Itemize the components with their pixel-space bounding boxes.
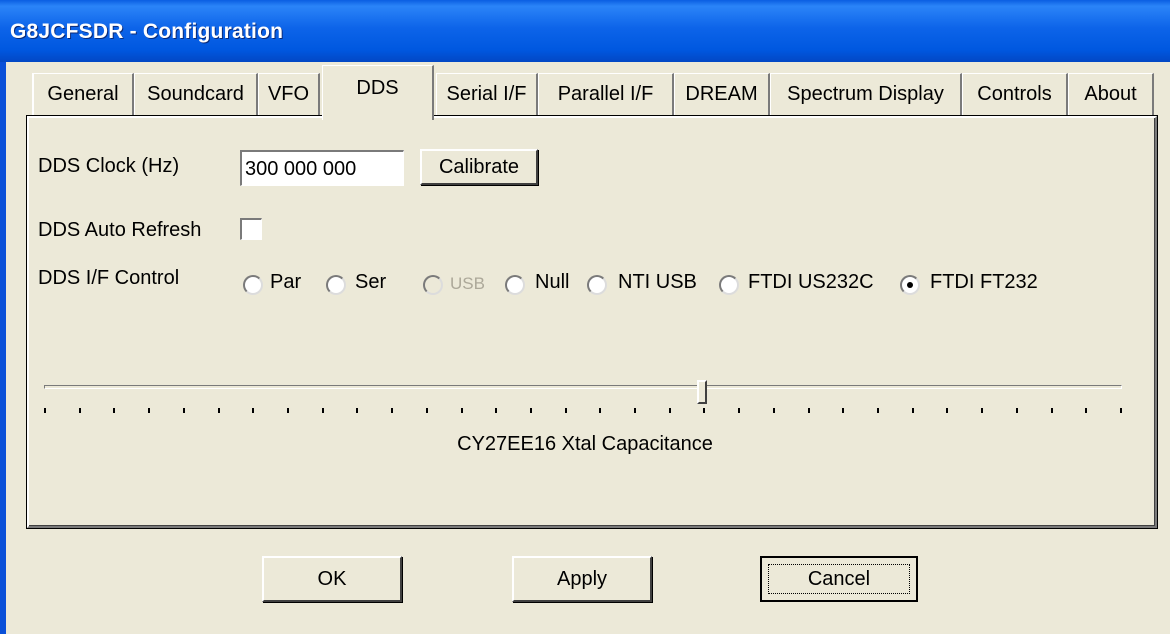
slider-tick <box>1120 408 1122 413</box>
slider-tick <box>1050 408 1053 413</box>
dds-clock-input[interactable]: 300 000 000 <box>240 150 404 186</box>
dds-tab-panel <box>26 115 1158 529</box>
slider-tick <box>286 408 289 413</box>
tab-strip: General Soundcard VFO DDS Serial I/F Par… <box>0 62 1170 120</box>
ok-button-label: OK <box>317 568 347 590</box>
tab-label: Spectrum Display <box>787 83 944 105</box>
radio-nti-usb-label: NTI USB <box>618 271 697 293</box>
tab-controls[interactable]: Controls <box>962 73 1068 117</box>
slider-tick <box>981 408 984 413</box>
dds-if-control-label: DDS I/F Control <box>38 267 180 289</box>
slider-tick <box>321 408 324 413</box>
calibrate-button-label: Calibrate <box>438 156 520 178</box>
xtal-capacitance-slider-track[interactable] <box>44 385 1122 389</box>
configuration-window: G8JCFSDR - Configuration General Soundca… <box>0 0 1170 634</box>
calibrate-button[interactable]: Calibrate <box>420 149 538 185</box>
focus-rectangle <box>768 564 910 594</box>
slider-tick <box>217 408 220 413</box>
radio-nti-usb[interactable] <box>587 275 607 295</box>
tab-label: About <box>1084 83 1137 105</box>
slider-tick <box>668 408 671 413</box>
tab-dds[interactable]: DDS <box>322 65 434 120</box>
radio-ftdi-ft232[interactable] <box>900 275 920 295</box>
radio-par-label: Par <box>270 271 302 293</box>
slider-ticks <box>44 408 1124 414</box>
slider-tick <box>113 408 116 413</box>
tab-dream[interactable]: DREAM <box>674 73 770 117</box>
slider-tick <box>703 408 706 413</box>
xtal-capacitance-slider-thumb[interactable] <box>696 380 707 404</box>
slider-tick <box>946 408 949 413</box>
dds-clock-label: DDS Clock (Hz) <box>38 155 180 177</box>
slider-tick <box>877 408 880 413</box>
apply-button-label: Apply <box>556 568 608 590</box>
title-bar[interactable]: G8JCFSDR - Configuration <box>0 0 1170 62</box>
apply-button[interactable]: Apply <box>512 556 652 602</box>
slider-tick <box>842 408 845 413</box>
slider-tick <box>564 408 567 413</box>
tab-about[interactable]: About <box>1068 73 1154 117</box>
dds-auto-refresh-label: DDS Auto Refresh <box>38 219 202 241</box>
xtal-capacitance-label: CY27EE16 Xtal Capacitance <box>457 433 713 455</box>
slider-tick <box>148 408 151 413</box>
tab-general[interactable]: General <box>32 73 134 117</box>
radio-usb <box>423 275 443 295</box>
dds-auto-refresh-checkbox[interactable] <box>240 218 262 240</box>
slider-tick <box>1015 408 1018 413</box>
ok-button[interactable]: OK <box>262 556 402 602</box>
cancel-button[interactable]: Cancel <box>760 556 918 602</box>
radio-ser[interactable] <box>326 275 346 295</box>
tab-label: Soundcard <box>147 83 244 105</box>
slider-tick <box>772 408 775 413</box>
radio-ser-label: Ser <box>355 271 387 293</box>
tab-parallel-if[interactable]: Parallel I/F <box>538 73 674 117</box>
radio-null[interactable] <box>505 275 525 295</box>
slider-tick <box>425 408 428 413</box>
tab-label: DREAM <box>685 83 758 105</box>
slider-tick <box>1085 408 1088 413</box>
slider-tick <box>252 408 255 413</box>
tab-label: General <box>47 83 119 105</box>
slider-tick <box>356 408 359 413</box>
tab-label: VFO <box>267 83 310 105</box>
slider-tick <box>78 408 81 413</box>
tab-spectrum-display[interactable]: Spectrum Display <box>770 73 962 117</box>
radio-ftdi-ft232-label: FTDI FT232 <box>930 271 1038 293</box>
slider-tick <box>44 408 46 413</box>
slider-tick <box>182 408 185 413</box>
tab-serial-if[interactable]: Serial I/F <box>436 73 538 117</box>
slider-tick <box>495 408 498 413</box>
radio-selected-dot <box>907 282 913 288</box>
slider-tick <box>460 408 463 413</box>
radio-null-label: Null <box>535 271 570 293</box>
radio-ftdi-us232c-label: FTDI US232C <box>748 271 874 293</box>
radio-ftdi-us232c[interactable] <box>719 275 739 295</box>
window-title: G8JCFSDR - Configuration <box>10 20 284 43</box>
tab-soundcard[interactable]: Soundcard <box>134 73 258 117</box>
radio-usb-label: USB <box>450 274 485 293</box>
slider-tick <box>529 408 532 413</box>
tab-vfo[interactable]: VFO <box>258 73 320 117</box>
slider-tick <box>911 408 914 413</box>
slider-tick <box>634 408 637 413</box>
tab-label: Parallel I/F <box>557 83 654 105</box>
tab-label: DDS <box>356 77 399 99</box>
window-border <box>0 62 6 634</box>
tab-label: Controls <box>977 83 1052 105</box>
slider-tick <box>738 408 741 413</box>
slider-tick <box>599 408 602 413</box>
tab-label: Serial I/F <box>446 83 527 105</box>
radio-par[interactable] <box>243 275 263 295</box>
slider-tick <box>391 408 394 413</box>
slider-tick <box>807 408 810 413</box>
